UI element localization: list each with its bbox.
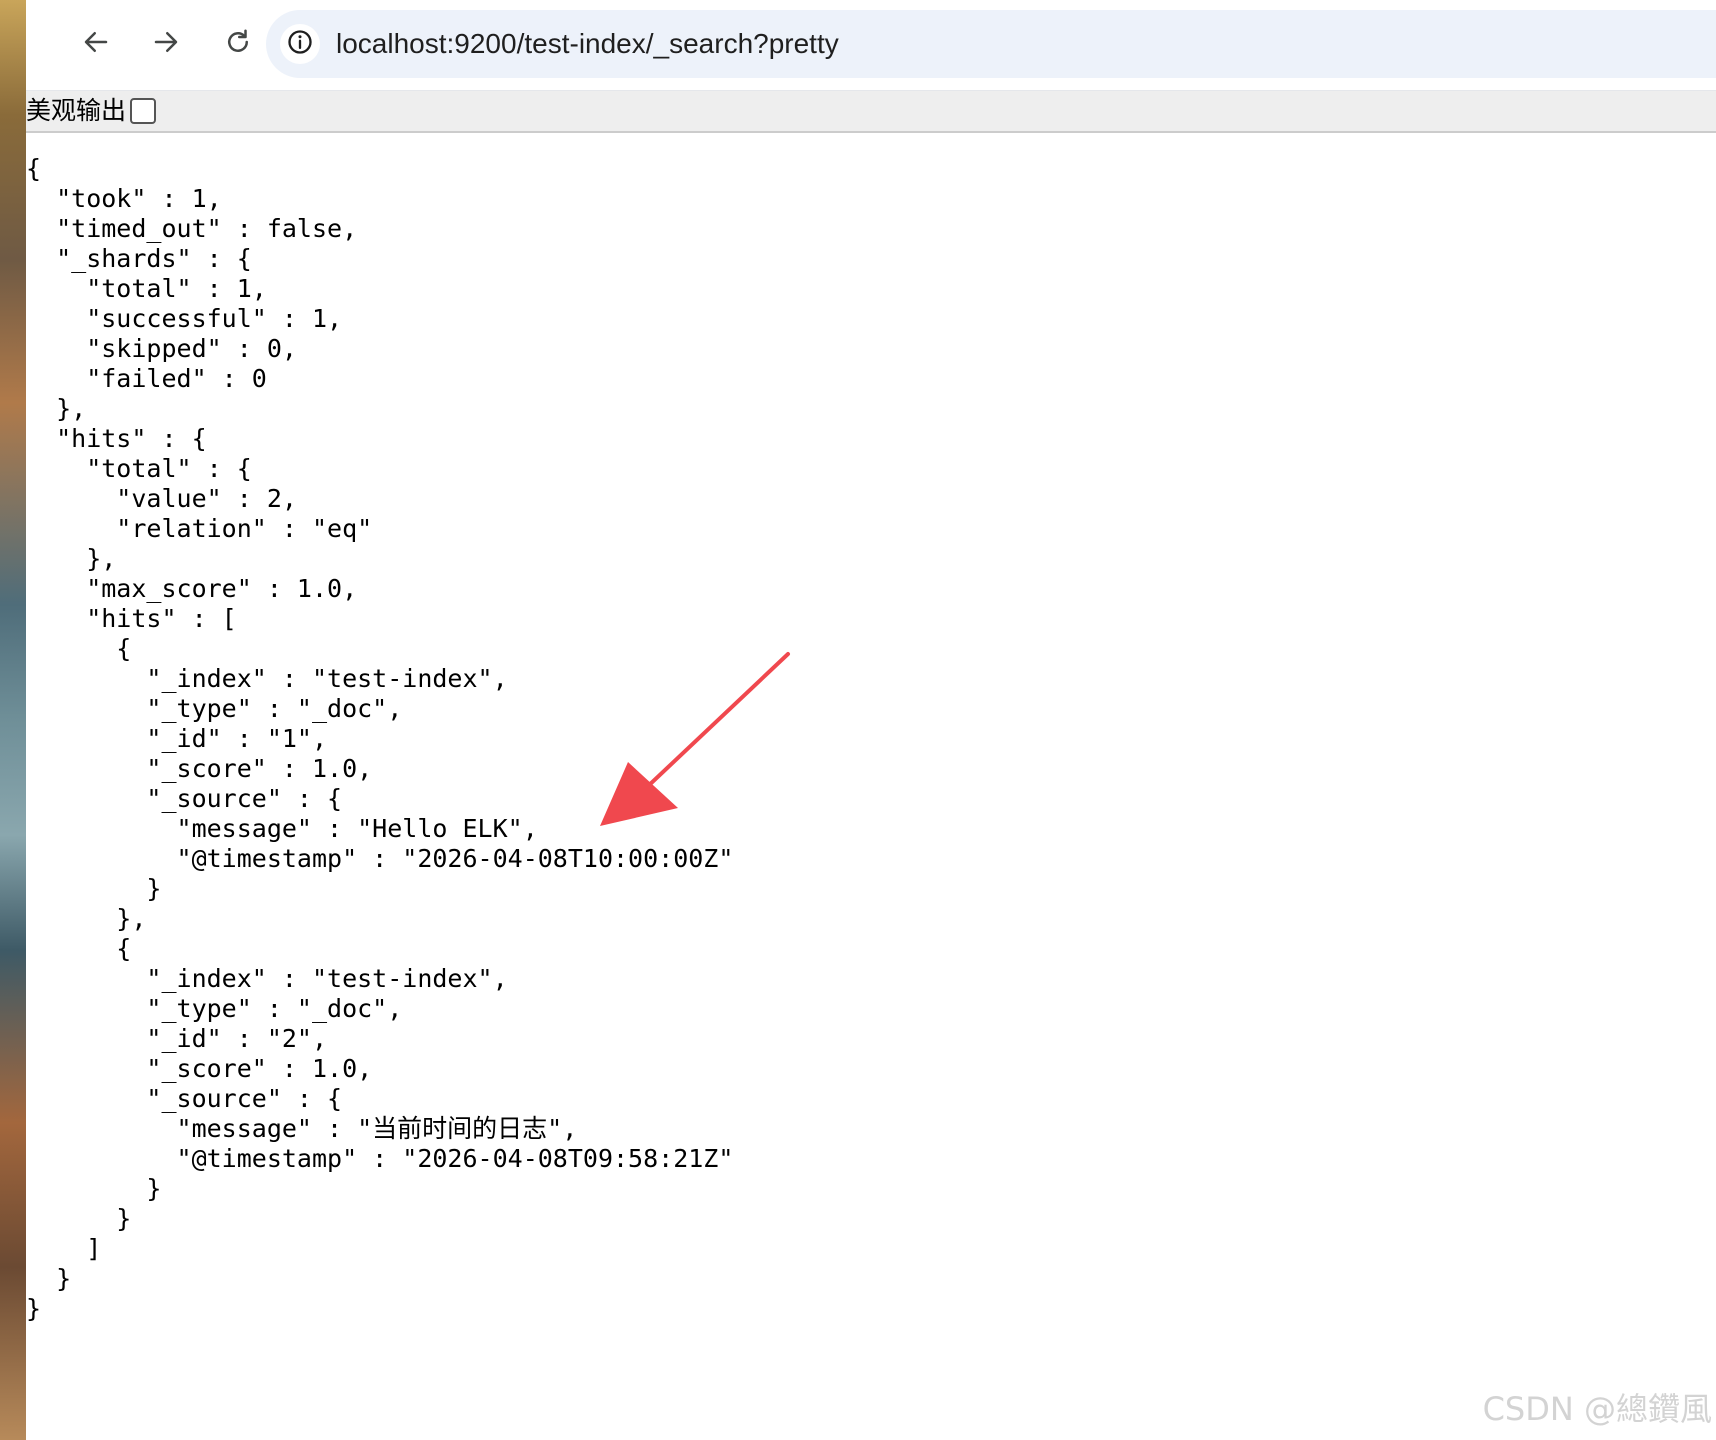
json-line: "max_score" : 1.0, xyxy=(26,574,358,603)
json-line: "hits" : [ xyxy=(26,604,237,633)
json-line: "_index" : "test-index", xyxy=(26,964,508,993)
json-line: "_type" : "_doc", xyxy=(26,994,403,1023)
json-line: "_id" : "2", xyxy=(26,1024,328,1053)
json-line: "@timestamp" : "2026-04-08T09:58:21Z" xyxy=(26,1144,734,1173)
back-button[interactable] xyxy=(72,20,120,68)
json-line: "value" : 2, xyxy=(26,484,297,513)
red-arrow-icon xyxy=(600,652,790,826)
arrow-left-icon xyxy=(81,27,111,61)
prettyprint-label: 美观输出 xyxy=(26,96,127,125)
json-line: }, xyxy=(26,904,147,933)
json-line: "took" : 1, xyxy=(26,184,222,213)
json-line: }, xyxy=(26,394,87,423)
json-line: "failed" : 0 xyxy=(26,364,267,393)
json-line: { xyxy=(26,934,132,963)
json-line: "_shards" : { xyxy=(26,244,252,273)
forward-button[interactable] xyxy=(142,20,190,68)
info-circle-icon xyxy=(286,28,314,60)
json-line: "timed_out" : false, xyxy=(26,214,358,243)
json-line: "total" : 1, xyxy=(26,274,267,303)
json-line: }, xyxy=(26,544,117,573)
json-line: "total" : { xyxy=(26,454,252,483)
address-bar[interactable]: localhost:9200/test-index/_search?pretty xyxy=(266,10,1716,78)
json-line: "hits" : { xyxy=(26,424,207,453)
json-line: } xyxy=(26,1294,42,1323)
json-line: } xyxy=(26,1264,72,1293)
desktop-wallpaper-strip xyxy=(0,0,26,1440)
json-line: "_score" : 1.0, xyxy=(26,1054,373,1083)
browser-window: localhost:9200/test-index/_search?pretty… xyxy=(26,0,1716,1440)
json-line: "skipped" : 0, xyxy=(26,334,297,363)
watermark: CSDN @總鑽風 xyxy=(1482,1390,1712,1428)
json-line: "_source" : { xyxy=(26,1084,343,1113)
json-line: ] xyxy=(26,1234,102,1263)
json-line: "message" : "当前时间的日志", xyxy=(26,1114,578,1143)
json-line: } xyxy=(26,1204,132,1233)
prettyprint-checkbox[interactable] xyxy=(130,98,157,124)
json-line: } xyxy=(26,1174,162,1203)
json-line: } xyxy=(26,874,162,903)
json-line: "@timestamp" : "2026-04-08T10:00:00Z" xyxy=(26,844,734,873)
prettyprint-toggle[interactable]: 美观输出 xyxy=(26,91,157,131)
json-line: "successful" : 1, xyxy=(26,304,343,333)
reload-icon xyxy=(223,27,253,61)
url-text[interactable]: localhost:9200/test-index/_search?pretty xyxy=(336,10,839,78)
json-line: "relation" : "eq" xyxy=(26,514,373,543)
arrow-right-icon xyxy=(151,27,181,61)
json-line: { xyxy=(26,154,42,183)
site-info-button[interactable] xyxy=(280,24,320,64)
prettyprint-bar: 美观输出 xyxy=(26,91,1716,133)
browser-toolbar: localhost:9200/test-index/_search?pretty xyxy=(26,0,1716,91)
reload-button[interactable] xyxy=(214,20,262,68)
